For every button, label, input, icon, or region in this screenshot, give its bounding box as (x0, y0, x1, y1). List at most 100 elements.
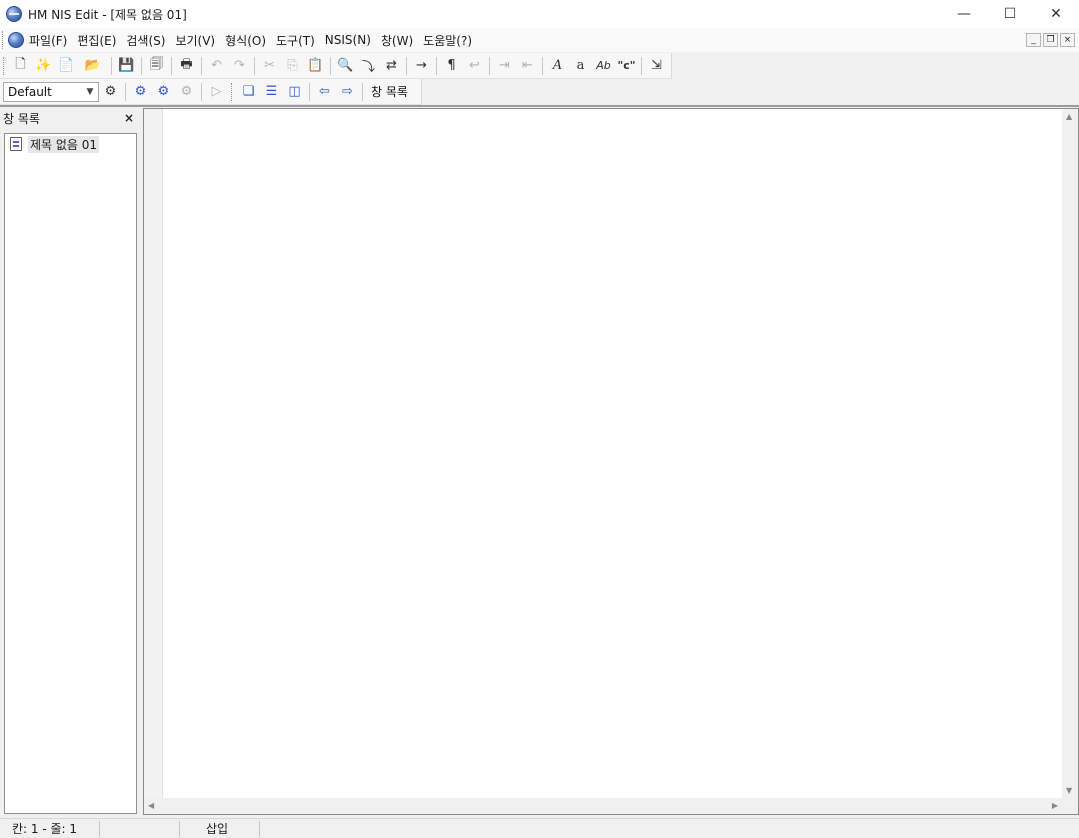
open-file-icon[interactable]: 📂 (78, 55, 108, 77)
new-file-icon[interactable]: 🗋 (9, 55, 32, 77)
horizontal-scrollbar[interactable]: ◀ ▶ (144, 798, 1062, 814)
app-icon[interactable] (6, 6, 22, 22)
toolbar-separator (141, 56, 142, 75)
word-wrap-icon[interactable]: ↩ (463, 55, 486, 77)
scroll-left-icon[interactable]: ◀ (148, 801, 154, 810)
goto-line-icon[interactable]: → (410, 55, 433, 77)
italic-font-icon[interactable]: A (546, 55, 569, 77)
template-icon[interactable]: 📄 (55, 55, 78, 77)
editor-gutter[interactable] (144, 109, 163, 798)
cursor-position: 칸: 1 - 줄: 1 (0, 820, 100, 837)
list-item[interactable]: 제목 없음 01 (10, 135, 136, 153)
lowercase-icon[interactable]: a (569, 55, 592, 77)
cut-icon[interactable]: ✂ (258, 55, 281, 77)
scroll-right-icon[interactable]: ▶ (1052, 801, 1058, 810)
status-bar: 칸: 1 - 줄: 1 삽입 (0, 818, 1079, 838)
document-system-menu-icon[interactable] (8, 32, 24, 48)
show-whitespace-icon[interactable]: ¶ (440, 55, 463, 77)
save-icon[interactable]: 💾 (115, 55, 138, 77)
redo-icon[interactable]: ↷ (228, 55, 251, 77)
list-item-label: 제목 없음 01 (28, 135, 100, 153)
tile-vertical-icon[interactable]: ◫ (283, 81, 306, 103)
find-icon[interactable]: 🔍 (334, 55, 357, 77)
change-case-icon[interactable]: Ab (592, 55, 615, 77)
cascade-windows-icon[interactable]: ❏ (237, 81, 260, 103)
scroll-up-icon[interactable]: ▲ (1066, 112, 1072, 121)
menu-format[interactable]: 형식(O) (220, 30, 271, 50)
config-select[interactable]: Default ▼ (3, 81, 99, 102)
panel-title: 창 목록 (3, 111, 40, 126)
paste-icon[interactable]: 📋 (304, 55, 327, 77)
menu-view[interactable]: 보기(V) (170, 30, 220, 50)
toolbar-grip[interactable] (3, 56, 7, 75)
menu-search[interactable]: 검색(S) (121, 30, 170, 50)
insert-mode: 삽입 (180, 820, 260, 837)
scroll-down-icon[interactable]: ▼ (1066, 786, 1072, 795)
menu-file[interactable]: 파일(F) (24, 30, 72, 50)
toolbar-grip[interactable] (231, 82, 235, 101)
vertical-scrollbar[interactable]: ▲ ▼ (1062, 109, 1078, 798)
compile-stop-icon[interactable]: ⚙ (175, 81, 198, 103)
compile-run-icon[interactable]: ⚙ (152, 81, 175, 103)
toolbar-separator (330, 56, 331, 75)
nsis-toolbar: Default ▼ ⚙ ⚙ ⚙ ⚙ ▷ ❏ ☰ ◫ ⇦ ⇨ 창 목록 (0, 79, 422, 105)
mdi-minimize-button[interactable]: _ (1026, 33, 1041, 47)
wizard-icon[interactable]: ✨ (32, 55, 55, 77)
document-icon (10, 137, 22, 151)
toolbar-separator (201, 56, 202, 75)
mdi-restore-button[interactable]: ❐ (1043, 33, 1058, 47)
next-window-icon[interactable]: ⇨ (336, 81, 359, 103)
panel-close-button[interactable]: × (124, 111, 134, 125)
window-list[interactable]: 제목 없음 01 (4, 133, 137, 814)
replace-icon[interactable]: ⇄ (380, 55, 403, 77)
toolbar-separator (362, 82, 363, 101)
mdi-controls: _ ❐ × (1026, 33, 1075, 47)
toolbar-separator (201, 82, 202, 101)
unindent-icon[interactable]: ⇤ (516, 55, 539, 77)
quote-icon[interactable]: "c" (615, 55, 638, 77)
copy-icon[interactable]: ⎘ (281, 55, 304, 77)
toolbar-divider (0, 105, 1079, 107)
window-title: HM NIS Edit - [제목 없음 01] (28, 7, 187, 22)
run-icon[interactable]: ▷ (205, 81, 228, 103)
toolbar-separator (542, 56, 543, 75)
settings-icon[interactable]: ⚙ (99, 81, 122, 103)
menu-tools[interactable]: 도구(T) (271, 30, 320, 50)
window-controls: — ☐ ✕ (941, 0, 1079, 28)
title-bar: HM NIS Edit - [제목 없음 01] — ☐ ✕ (0, 0, 1079, 28)
toolbar-separator (111, 56, 112, 75)
save-all-icon[interactable]: 🗐 (145, 55, 168, 77)
config-select-value: Default (8, 84, 52, 99)
close-button[interactable]: ✕ (1033, 0, 1079, 28)
compile-icon[interactable]: ⚙ (129, 81, 152, 103)
scrollbar-corner (1062, 798, 1078, 814)
editor-area[interactable]: ▲ ▼ ◀ ▶ (143, 108, 1079, 815)
menu-help[interactable]: 도움말(?) (418, 30, 477, 50)
toolbar-separator (125, 82, 126, 101)
previous-window-icon[interactable]: ⇦ (313, 81, 336, 103)
indent-icon[interactable]: ⇥ (493, 55, 516, 77)
menu-grip[interactable] (2, 31, 4, 49)
minimize-button[interactable]: — (941, 0, 987, 28)
menu-edit[interactable]: 편집(E) (72, 30, 121, 50)
mdi-close-button[interactable]: × (1060, 33, 1075, 47)
undo-icon[interactable]: ↶ (205, 55, 228, 77)
toolbar-separator (171, 56, 172, 75)
toolbar-separator (406, 56, 407, 75)
panel-header: 창 목록 × (0, 108, 140, 128)
toolbar-separator (309, 82, 310, 101)
menu-nsis[interactable]: NSIS(N) (320, 30, 376, 50)
status-blank (100, 820, 180, 837)
tile-horizontal-icon[interactable]: ☰ (260, 81, 283, 103)
menu-window[interactable]: 창(W) (376, 30, 418, 50)
window-list-button[interactable]: 창 목록 (366, 81, 413, 103)
window-list-panel: 창 목록 × 제목 없음 01 (0, 108, 140, 816)
print-icon[interactable]: 🖶 (175, 55, 198, 77)
insert-file-icon[interactable]: ⇲ (645, 55, 668, 77)
find-next-icon[interactable]: ⤵ (357, 55, 380, 77)
maximize-button[interactable]: ☐ (987, 0, 1033, 28)
chevron-down-icon[interactable]: ▼ (83, 84, 97, 100)
toolbar-separator (436, 56, 437, 75)
toolbar-separator (641, 56, 642, 75)
toolbar-separator (254, 56, 255, 75)
